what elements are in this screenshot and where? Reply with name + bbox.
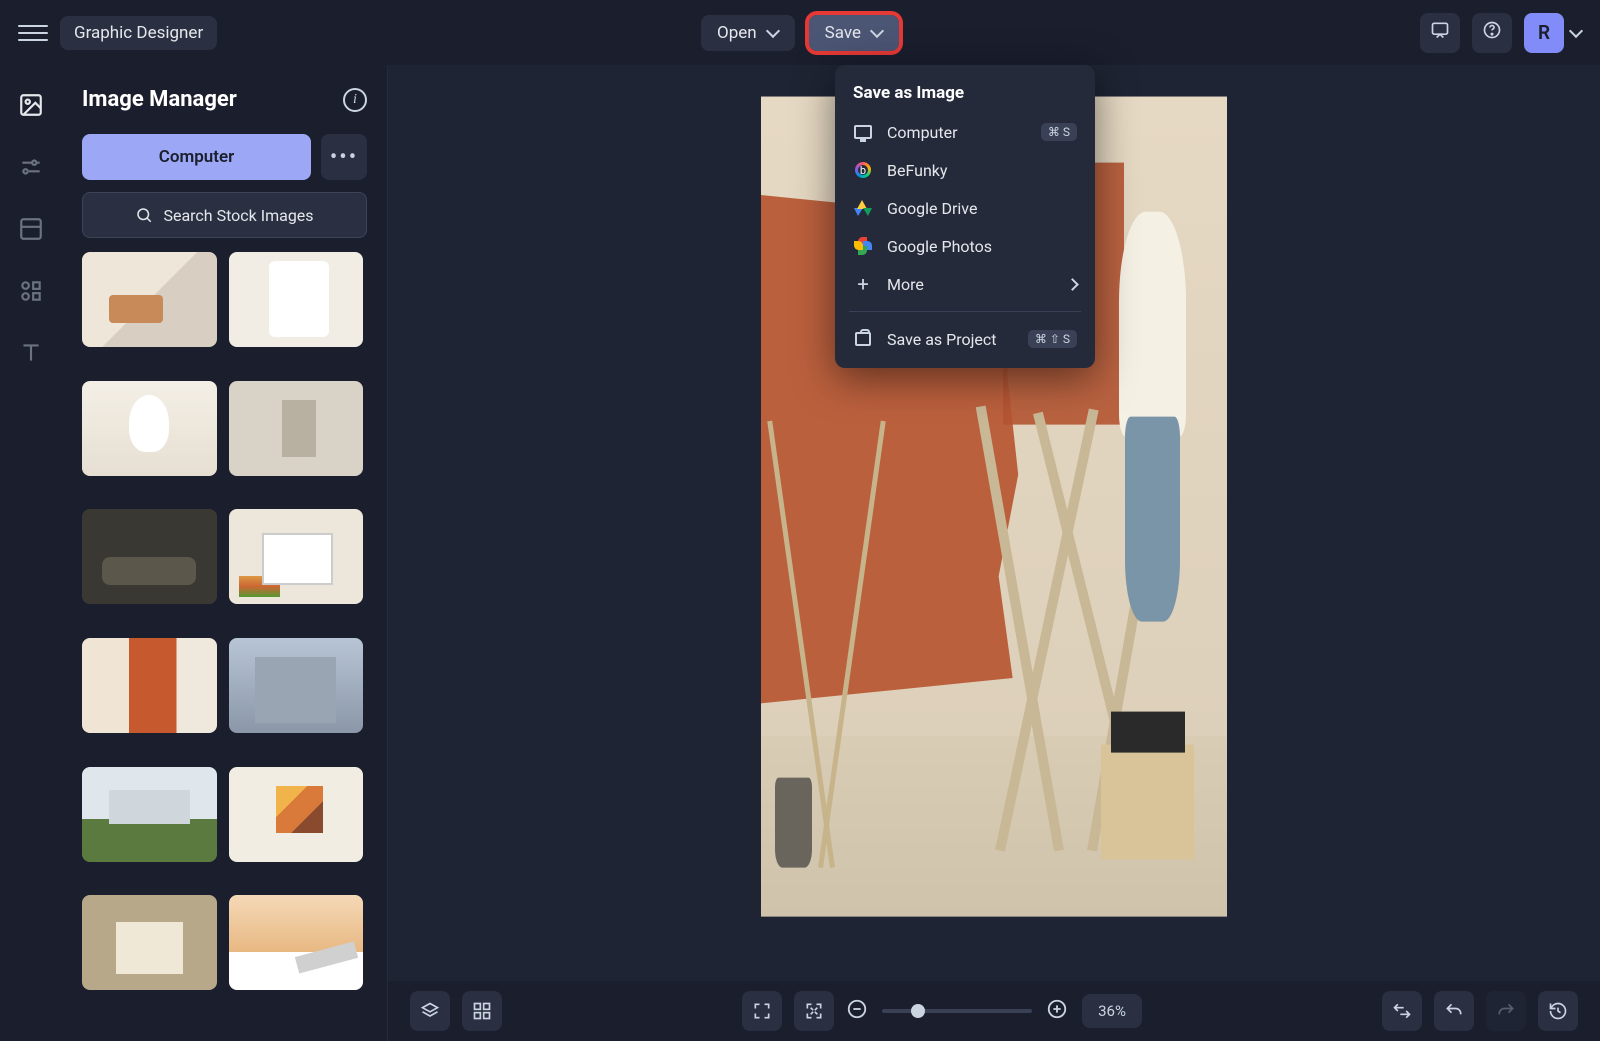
- save-to-google-photos[interactable]: Google Photos: [835, 227, 1095, 265]
- save-to-computer[interactable]: Computer ⌘ S: [835, 113, 1095, 151]
- help-button[interactable]: [1472, 13, 1512, 53]
- thumbnail[interactable]: [229, 638, 364, 733]
- rail-adjustments[interactable]: [15, 151, 47, 183]
- save-to-befunky[interactable]: BeFunky: [835, 151, 1095, 189]
- grid-button[interactable]: [462, 991, 502, 1031]
- save-item-label: BeFunky: [887, 161, 947, 180]
- search-icon: [135, 206, 153, 224]
- undo-button[interactable]: [1434, 991, 1474, 1031]
- header-right: R: [1420, 13, 1582, 53]
- open-dropdown-button[interactable]: Open: [701, 15, 795, 51]
- thumbnail[interactable]: [229, 895, 364, 990]
- grid-icon: [472, 1001, 492, 1021]
- fullscreen-icon: [752, 1001, 772, 1021]
- avatar: R: [1524, 13, 1564, 53]
- thumbnail[interactable]: [82, 509, 217, 604]
- thumbnail[interactable]: [82, 381, 217, 476]
- menu-divider: [849, 311, 1081, 312]
- left-rail: [0, 65, 62, 1041]
- shortcut-badge: ⌘ ⇧ S: [1028, 330, 1077, 348]
- header-bar: Graphic Designer Open Save R: [0, 0, 1600, 65]
- save-dropdown-button[interactable]: Save: [809, 15, 899, 51]
- text-icon: [18, 340, 44, 366]
- zoom-slider[interactable]: [882, 1009, 1032, 1013]
- layers-button[interactable]: [410, 991, 450, 1031]
- panel-title: Image Manager: [82, 87, 237, 112]
- thumbnail[interactable]: [82, 252, 217, 347]
- thumbnail[interactable]: [82, 895, 217, 990]
- save-item-label: Save as Project: [887, 330, 997, 349]
- thumbnail-grid: [82, 252, 367, 1012]
- feedback-button[interactable]: [1420, 13, 1460, 53]
- more-sources-button[interactable]: •••: [321, 134, 367, 180]
- plus-icon: +: [853, 274, 873, 294]
- chevron-down-icon: [871, 27, 883, 39]
- layers-icon: [420, 1001, 440, 1021]
- search-stock-label: Search Stock Images: [163, 206, 313, 225]
- info-icon[interactable]: i: [343, 88, 367, 112]
- zoom-percent[interactable]: 36%: [1082, 994, 1142, 1028]
- image-icon: [18, 92, 44, 118]
- fullscreen-button[interactable]: [742, 991, 782, 1031]
- befunky-icon: [853, 160, 873, 180]
- bottom-toolbar: 36%: [388, 981, 1600, 1041]
- save-dropdown-menu: Save as Image Computer ⌘ S BeFunky Googl…: [835, 65, 1095, 368]
- fit-screen-button[interactable]: [794, 991, 834, 1031]
- chevron-down-icon: [767, 27, 779, 39]
- chevron-down-icon: [1570, 27, 1582, 39]
- save-item-label: Computer: [887, 123, 958, 142]
- rail-image-manager[interactable]: [15, 89, 47, 121]
- header-center: Open Save: [701, 15, 899, 51]
- zoom-in-button[interactable]: [1046, 998, 1068, 1024]
- history-icon: [1548, 1001, 1568, 1021]
- undo-icon: [1444, 1001, 1464, 1021]
- save-item-label: Google Drive: [887, 199, 977, 218]
- save-item-label: More: [887, 275, 924, 294]
- rail-graphics[interactable]: [15, 275, 47, 307]
- open-label: Open: [717, 23, 757, 43]
- layout-icon: [18, 216, 44, 242]
- shortcut-badge: ⌘ S: [1041, 123, 1077, 141]
- compare-button[interactable]: [1382, 991, 1422, 1031]
- chat-icon: [1430, 20, 1450, 45]
- thumbnail[interactable]: [82, 638, 217, 733]
- save-menu-title: Save as Image: [835, 79, 1095, 113]
- chevron-right-icon: [1068, 280, 1077, 289]
- thumbnail[interactable]: [229, 509, 364, 604]
- plus-circle-icon: [1046, 998, 1068, 1020]
- redo-icon: [1496, 1001, 1516, 1021]
- app-title[interactable]: Graphic Designer: [60, 16, 217, 50]
- thumbnail[interactable]: [229, 767, 364, 862]
- thumbnail[interactable]: [82, 767, 217, 862]
- computer-upload-button[interactable]: Computer: [82, 134, 311, 180]
- shapes-icon: [18, 278, 44, 304]
- history-button[interactable]: [1538, 991, 1578, 1031]
- fit-icon: [804, 1001, 824, 1021]
- search-stock-button[interactable]: Search Stock Images: [82, 192, 367, 238]
- hamburger-menu-button[interactable]: [18, 18, 48, 48]
- save-label: Save: [825, 23, 861, 43]
- minus-circle-icon: [846, 998, 868, 1020]
- save-as-project[interactable]: Save as Project ⌘ ⇧ S: [835, 320, 1095, 358]
- compare-icon: [1392, 1001, 1412, 1021]
- thumbnail[interactable]: [229, 381, 364, 476]
- rail-text[interactable]: [15, 337, 47, 369]
- computer-icon: [853, 122, 873, 142]
- google-drive-icon: [853, 198, 873, 218]
- zoom-controls: 36%: [846, 994, 1142, 1028]
- rail-templates[interactable]: [15, 213, 47, 245]
- zoom-out-button[interactable]: [846, 998, 868, 1024]
- help-icon: [1482, 20, 1502, 45]
- google-photos-icon: [853, 236, 873, 256]
- account-menu[interactable]: R: [1524, 13, 1582, 53]
- redo-button[interactable]: [1486, 991, 1526, 1031]
- save-to-google-drive[interactable]: Google Drive: [835, 189, 1095, 227]
- project-icon: [853, 329, 873, 349]
- save-more[interactable]: + More: [835, 265, 1095, 303]
- thumbnail[interactable]: [229, 252, 364, 347]
- sliders-icon: [18, 154, 44, 180]
- image-manager-panel: Image Manager i Computer ••• Search Stoc…: [62, 65, 388, 1041]
- save-item-label: Google Photos: [887, 237, 992, 256]
